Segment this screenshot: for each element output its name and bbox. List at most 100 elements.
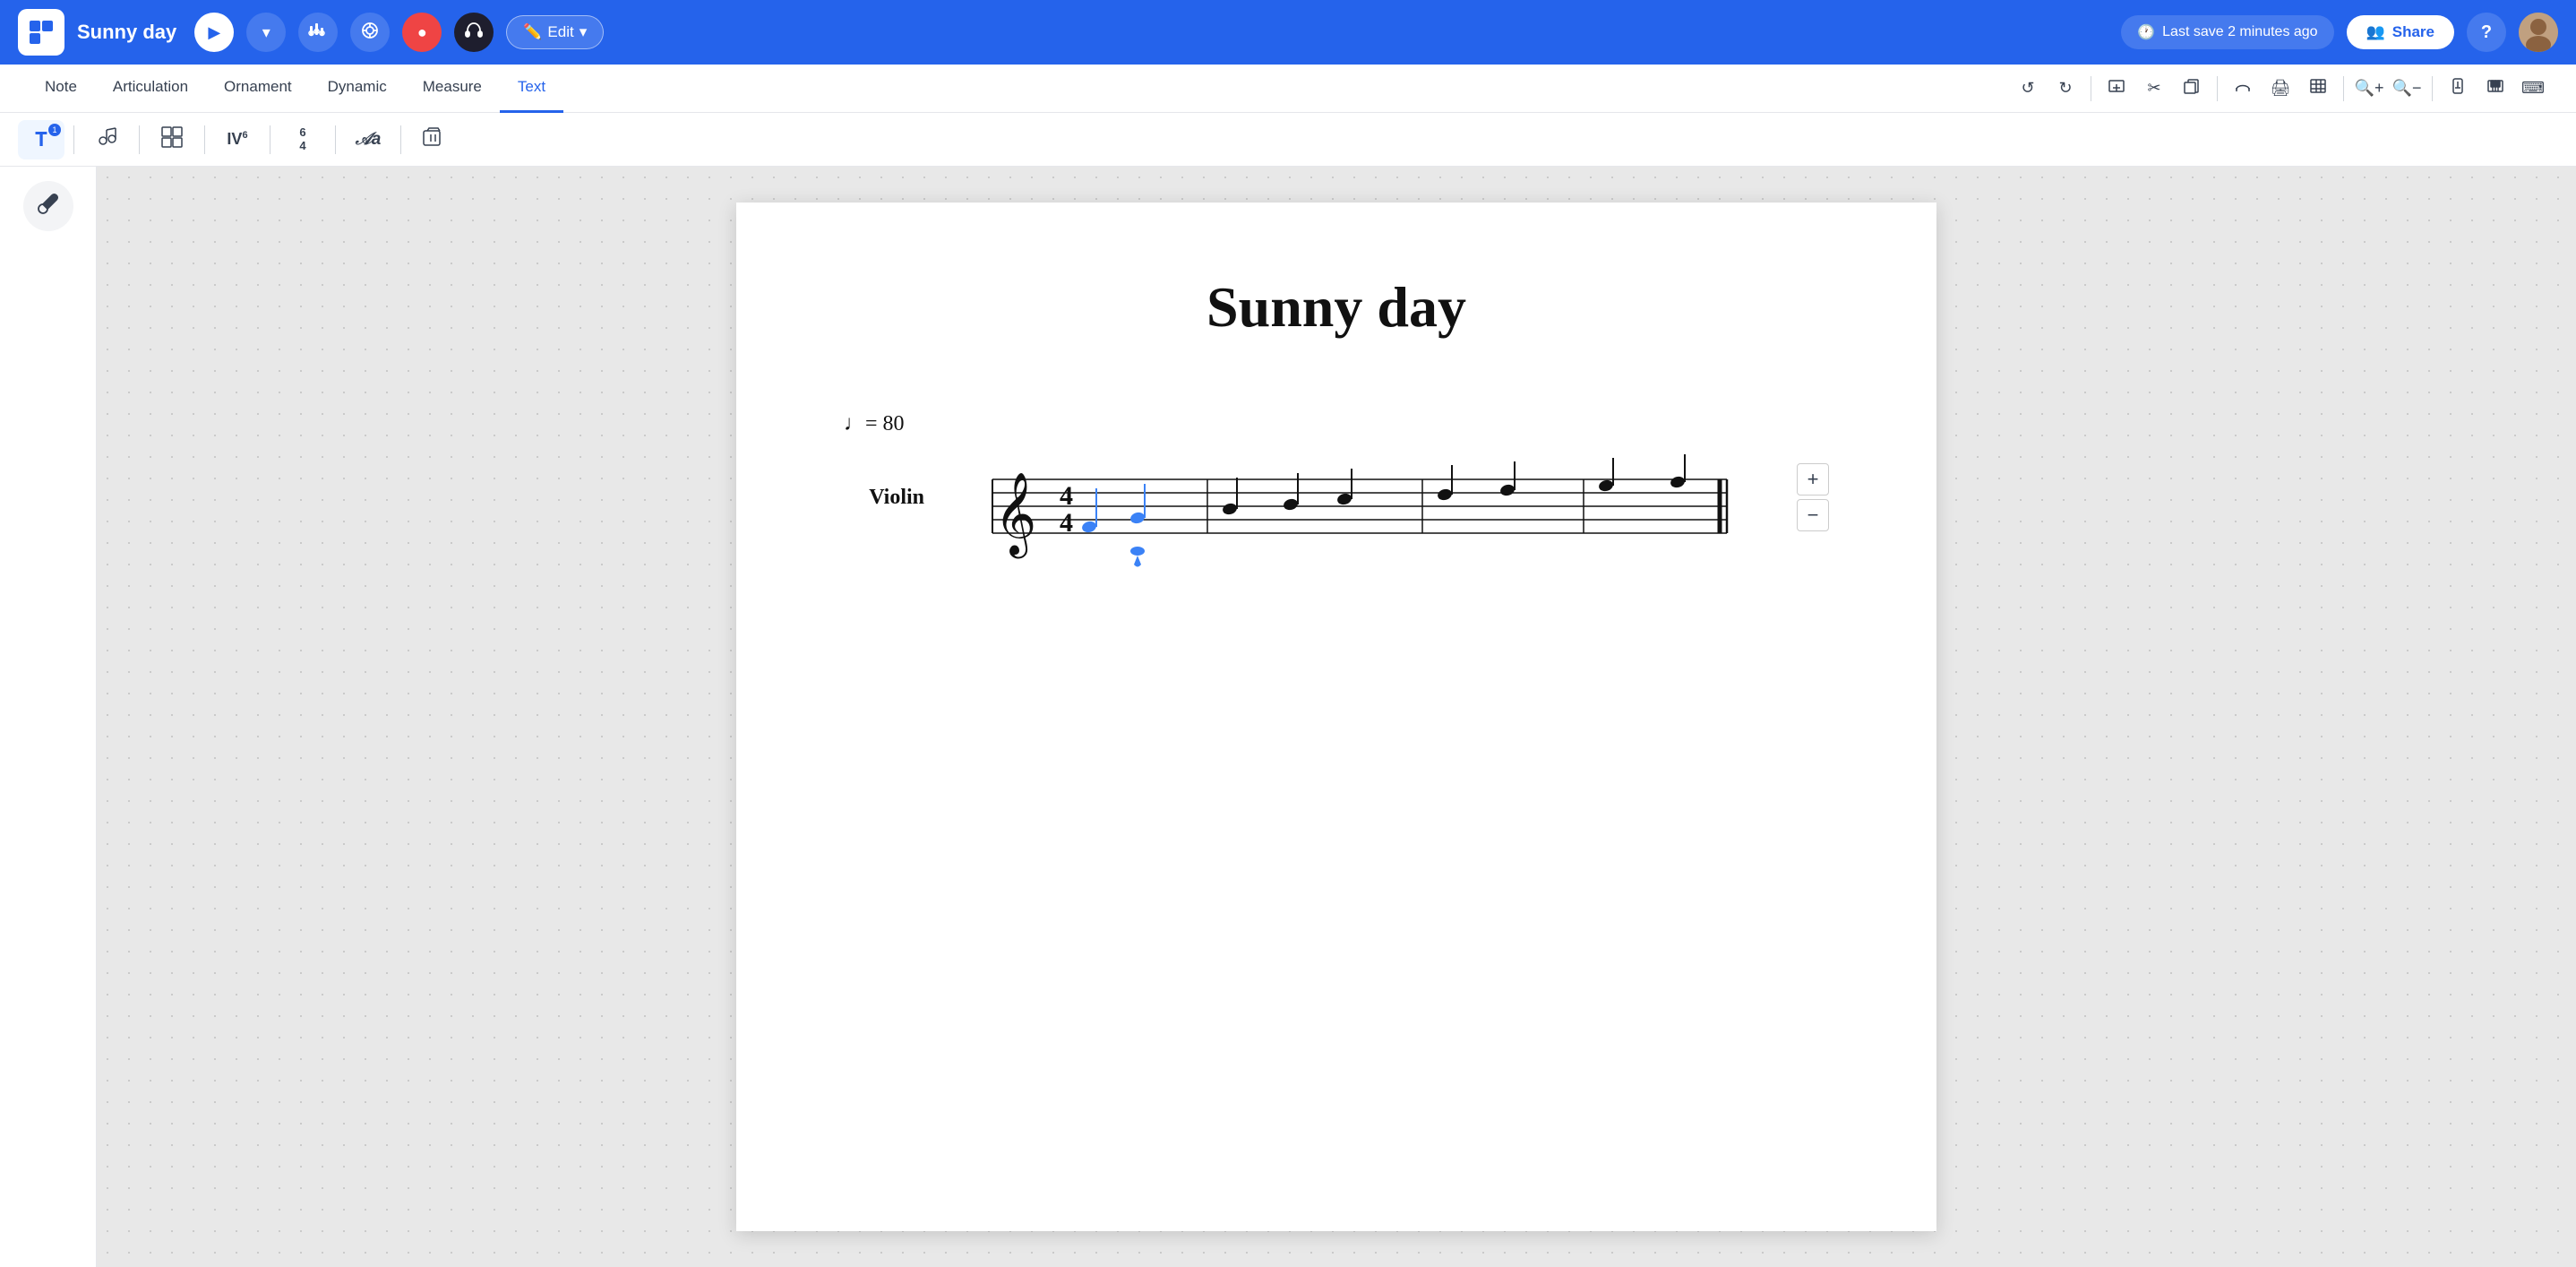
staff-controls: + − bbox=[1797, 463, 1829, 531]
headphone-icon bbox=[464, 21, 484, 45]
time-sig-icon: 6 4 bbox=[299, 126, 305, 152]
add-staff-button[interactable]: + bbox=[1797, 463, 1829, 496]
toolbar-divider-2 bbox=[139, 125, 140, 154]
copy-icon bbox=[2183, 77, 2201, 99]
tempo-marking: ♩= 80 bbox=[844, 412, 1829, 436]
edit-button[interactable]: ✏️ Edit ▾ bbox=[506, 15, 604, 49]
zoom-out-button[interactable]: 🔍− bbox=[2391, 73, 2423, 105]
svg-text:𝄞: 𝄞 bbox=[994, 473, 1036, 558]
user-avatar[interactable] bbox=[2519, 13, 2558, 52]
toolbar-divider-6 bbox=[400, 125, 401, 154]
slur-icon bbox=[2234, 77, 2252, 99]
print-button[interactable]: 🖨 bbox=[2264, 73, 2297, 105]
svg-text:4: 4 bbox=[1060, 508, 1073, 538]
lyrics-icon bbox=[94, 125, 119, 154]
undo-button[interactable]: ↺ bbox=[2012, 73, 2044, 105]
divider4 bbox=[2432, 76, 2433, 101]
text-info-icon: 𝐓 bbox=[35, 128, 47, 151]
redo-button[interactable]: ↻ bbox=[2049, 73, 2082, 105]
cut-button[interactable]: ✂ bbox=[2138, 73, 2170, 105]
mixer-icon bbox=[308, 21, 328, 45]
add-measure-icon bbox=[2108, 77, 2125, 99]
canvas-area[interactable]: Sunny day ♩= 80 Violin bbox=[97, 167, 2576, 1267]
play-icon: ▶ bbox=[208, 23, 220, 42]
keyboard-icon: ⌨ bbox=[2521, 79, 2545, 98]
pencil-icon: ✏️ bbox=[523, 23, 542, 41]
slur-button[interactable] bbox=[2227, 73, 2259, 105]
remove-staff-button[interactable]: − bbox=[1797, 499, 1829, 531]
share-icon: 👥 bbox=[2366, 23, 2385, 41]
help-icon: ? bbox=[2481, 22, 2492, 43]
side-panel bbox=[0, 167, 97, 1267]
zoom-in-icon: 🔍+ bbox=[2355, 79, 2384, 98]
menu-item-note[interactable]: Note bbox=[27, 65, 95, 113]
tool-options-bar: 𝐓 1 IV6 bbox=[0, 113, 2576, 167]
keyboard-button[interactable]: ⌨ bbox=[2517, 73, 2549, 105]
print-icon: 🖨 bbox=[2271, 79, 2291, 98]
instrument-label: Violin bbox=[844, 486, 924, 510]
metronome-button[interactable] bbox=[2442, 73, 2474, 105]
piano-icon bbox=[2486, 77, 2504, 99]
share-button[interactable]: 👥 Share bbox=[2347, 15, 2454, 49]
clock-icon: 🕐 bbox=[2137, 23, 2155, 41]
app-header: Sunny day ▶ ▾ ● bbox=[0, 0, 2576, 65]
audio-button[interactable] bbox=[350, 13, 390, 52]
chevron-down-icon: ▾ bbox=[262, 23, 270, 42]
table-icon bbox=[2309, 77, 2327, 99]
toolbar-divider-1 bbox=[73, 125, 74, 154]
staff-row: Violin bbox=[844, 444, 1829, 551]
svg-text:4: 4 bbox=[1060, 481, 1073, 511]
redo-icon: ↻ bbox=[2058, 79, 2072, 98]
help-button[interactable]: ? bbox=[2467, 13, 2506, 52]
score-page: Sunny day ♩= 80 Violin bbox=[736, 203, 1936, 1231]
piano-button[interactable] bbox=[2479, 73, 2512, 105]
paint-icon bbox=[36, 191, 61, 221]
scissors-icon: ✂ bbox=[2147, 79, 2160, 98]
app-logo[interactable] bbox=[18, 9, 64, 56]
last-save-label: Last save 2 minutes ago bbox=[2162, 24, 2317, 40]
plus-icon: + bbox=[1807, 468, 1819, 491]
paint-tool-button[interactable] bbox=[23, 181, 73, 231]
toolbar-divider-3 bbox=[204, 125, 205, 154]
chord-symbol-tool[interactable]: IV6 bbox=[214, 120, 261, 159]
play-dropdown-button[interactable]: ▾ bbox=[246, 13, 286, 52]
staff-container: 𝄞 4 4 bbox=[939, 444, 1786, 551]
lyrics-tool[interactable] bbox=[83, 120, 130, 159]
divider2 bbox=[2217, 76, 2218, 101]
menu-item-articulation[interactable]: Articulation bbox=[95, 65, 206, 113]
edit-dropdown-icon: ▾ bbox=[580, 23, 588, 41]
share-label: Share bbox=[2392, 23, 2434, 41]
minus-icon: − bbox=[1807, 504, 1819, 527]
mixer-button[interactable] bbox=[298, 13, 338, 52]
chord-symbol-icon: IV6 bbox=[227, 130, 247, 149]
add-measure-button[interactable] bbox=[2100, 73, 2133, 105]
music-staff-svg: 𝄞 4 4 bbox=[939, 444, 1745, 569]
menubar: Note Articulation Ornament Dynamic Measu… bbox=[0, 65, 2576, 113]
menu-item-dynamic[interactable]: Dynamic bbox=[310, 65, 405, 113]
delete-tool[interactable] bbox=[410, 120, 457, 159]
undo-icon: ↺ bbox=[2021, 79, 2034, 98]
record-button[interactable]: ● bbox=[402, 13, 442, 52]
table-button[interactable] bbox=[2302, 73, 2334, 105]
menu-item-measure[interactable]: Measure bbox=[405, 65, 500, 113]
play-button[interactable]: ▶ bbox=[194, 13, 234, 52]
copy-button[interactable] bbox=[2176, 73, 2208, 105]
menu-item-ornament[interactable]: Ornament bbox=[206, 65, 310, 113]
metronome-icon bbox=[2449, 77, 2467, 99]
time-sig-tool[interactable]: 6 4 bbox=[279, 120, 326, 159]
toolbar-divider-5 bbox=[335, 125, 336, 154]
tempo-text: ♩= 80 bbox=[844, 412, 905, 436]
zoom-in-button[interactable]: 🔍+ bbox=[2353, 73, 2385, 105]
text-style-tool[interactable]: 𝒜a bbox=[345, 120, 391, 159]
text-info-tool[interactable]: 𝐓 1 bbox=[18, 120, 64, 159]
headphone-button[interactable] bbox=[454, 13, 494, 52]
delete-icon bbox=[421, 125, 446, 154]
app-title: Sunny day bbox=[77, 21, 176, 44]
menu-item-text[interactable]: Text bbox=[500, 65, 563, 113]
text-info-badge: 1 bbox=[48, 124, 61, 136]
chord-grid-tool[interactable] bbox=[149, 120, 195, 159]
record-icon: ● bbox=[417, 23, 427, 42]
chord-grid-icon bbox=[159, 125, 185, 154]
text-style-icon: 𝒜a bbox=[356, 130, 382, 150]
last-save-button[interactable]: 🕐 Last save 2 minutes ago bbox=[2121, 15, 2333, 49]
